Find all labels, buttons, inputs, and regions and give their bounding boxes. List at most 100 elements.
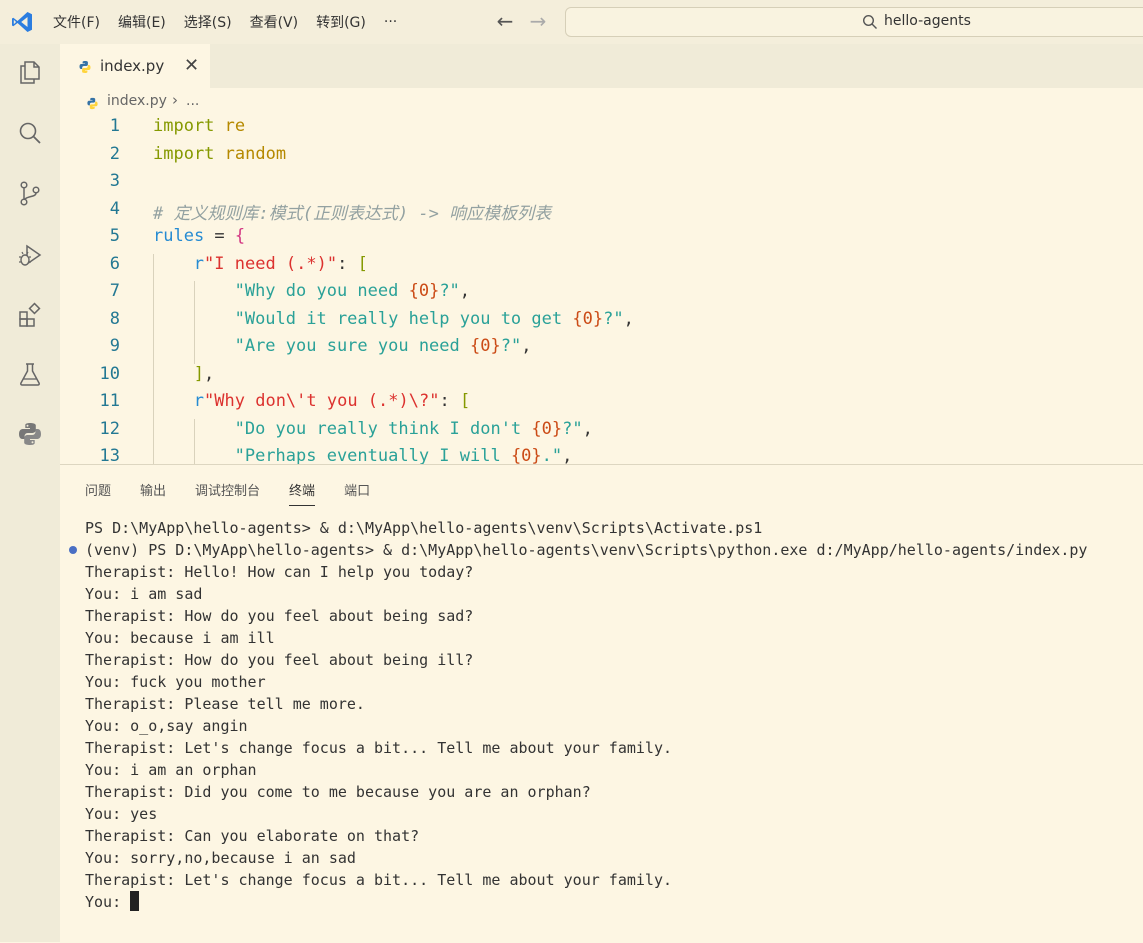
- code-token: :: [439, 391, 460, 411]
- line-number: 11: [99, 391, 120, 411]
- terminal-line: You: i am sad: [85, 583, 1135, 605]
- indent-guide: [193, 418, 195, 446]
- extensions-icon[interactable]: [16, 301, 44, 329]
- terminal-line-text: Therapist: Please tell me more.: [85, 695, 365, 713]
- code-token: rules: [153, 226, 205, 246]
- code-token: r: [193, 391, 205, 411]
- code-token: ?": [439, 281, 460, 301]
- indent-guide: [153, 391, 154, 419]
- code-text: "Why do you need {0}?",: [235, 281, 470, 301]
- search-icon[interactable]: [16, 119, 44, 147]
- code-line: 10],: [60, 363, 1143, 391]
- activity-bar: [0, 44, 60, 942]
- code-token: ,: [623, 308, 634, 329]
- code-line: 11 r"Why don\'t you (.*)\?": [: [60, 391, 1143, 419]
- menu-item-4[interactable]: 转到(G): [307, 8, 375, 36]
- line-number: 1: [109, 116, 120, 136]
- terminal-line: Therapist: How do you feel about being s…: [85, 605, 1135, 627]
- explorer-icon[interactable]: [16, 58, 44, 86]
- terminal-line-text: PS D:\MyApp\hello-agents> & d:\MyApp\hel…: [85, 519, 763, 537]
- terminal-line: You: yes: [85, 803, 1135, 825]
- forward-arrow-icon[interactable]: →: [527, 10, 549, 32]
- menu-item-0[interactable]: 文件(F): [44, 8, 109, 36]
- menu-item-5[interactable]: ···: [375, 10, 406, 34]
- panel-tabs: 问题 输出 调试控制台 终端 端口: [85, 465, 399, 506]
- indent-guide: [193, 308, 195, 336]
- command-status-dot-icon[interactable]: [69, 546, 77, 554]
- terminal-prompt-line[interactable]: You:: [85, 891, 1135, 913]
- code-line: 9 "Are you sure you need {0}?",: [60, 336, 1143, 364]
- indent-guide: [153, 308, 154, 336]
- code-token: "Would it really help you to get: [234, 308, 573, 329]
- code-line: 2 import random: [60, 144, 1143, 172]
- code-text: import re: [153, 116, 245, 136]
- line-number: 7: [109, 281, 120, 301]
- menu-item-2[interactable]: 选择(S): [175, 8, 241, 36]
- indent-guide: [193, 336, 195, 364]
- run-debug-icon[interactable]: [16, 241, 44, 269]
- terminal-line: PS D:\MyApp\hello-agents> & d:\MyApp\hel…: [85, 517, 1135, 539]
- terminal-line-text: Therapist: Let's change focus a bit... T…: [85, 739, 672, 757]
- code-token: r: [193, 253, 205, 274]
- code-token: ,: [521, 336, 532, 356]
- panel-tab-2[interactable]: 调试控制台: [195, 465, 260, 505]
- line-number: 13: [99, 446, 120, 464]
- line-number: 9: [109, 336, 120, 356]
- search-icon: [862, 14, 878, 30]
- terminal-cursor: [130, 891, 140, 911]
- panel-tab-0[interactable]: 问题: [85, 465, 111, 505]
- code-token: "Why don\'t you (.*)\?": [204, 391, 440, 411]
- terminal-line: You: i am an orphan: [85, 759, 1135, 781]
- panel-tab-3[interactable]: 终端: [289, 465, 316, 506]
- panel-tab-4[interactable]: 端口: [344, 465, 370, 505]
- terminal-line: You: because i am ill: [85, 627, 1135, 649]
- source-control-icon[interactable]: [16, 179, 44, 207]
- vscode-logo-icon: [10, 10, 34, 34]
- panel-tab-1[interactable]: 输出: [140, 465, 166, 505]
- code-token: ,: [204, 363, 215, 384]
- code-text: ],: [194, 364, 215, 384]
- code-text: # 定义规则库:模式(正则表达式) -> 响应模板列表: [153, 199, 551, 224]
- terminal-line-text: Therapist: Hello! How can I help you tod…: [85, 563, 474, 581]
- python-icon[interactable]: [16, 420, 44, 448]
- code-token: ?": [500, 336, 522, 356]
- code-token: [: [357, 253, 368, 274]
- code-token: "Why do you need: [234, 281, 409, 301]
- code-line: 7 "Why do you need {0}?",: [60, 281, 1143, 309]
- command-center-search[interactable]: hello-agents: [565, 7, 1143, 37]
- code-line: 4 # 定义规则库:模式(正则表达式) -> 响应模板列表: [60, 199, 1143, 227]
- code-token: [: [459, 391, 471, 411]
- back-arrow-icon[interactable]: ←: [494, 10, 516, 32]
- python-file-icon: [78, 59, 92, 73]
- terminal-line: Therapist: How do you feel about being i…: [85, 649, 1135, 671]
- terminal-line-text: You: o_o,say angin: [85, 717, 248, 735]
- terminal-prompt: You:: [85, 893, 131, 911]
- close-icon[interactable]: ✕: [184, 55, 199, 76]
- menu-item-3[interactable]: 查看(V): [241, 8, 308, 36]
- terminal[interactable]: PS D:\MyApp\hello-agents> & d:\MyApp\hel…: [69, 517, 1135, 913]
- code-line: 13 "Perhaps eventually I will {0}.",: [60, 446, 1143, 464]
- title-bar: 文件(F) 编辑(E) 选择(S) 查看(V) 转到(G) ··· ← → hello-a…: [0, 0, 1143, 44]
- tab-index-py[interactable]: index.py ✕: [60, 44, 210, 88]
- code-text: "Perhaps eventually I will {0}.",: [235, 446, 573, 464]
- terminal-line: Therapist: Let's change focus a bit... T…: [85, 869, 1135, 891]
- code-token: ,: [459, 281, 471, 301]
- breadcrumb-file[interactable]: index.py: [107, 93, 167, 109]
- code-text: rules = {: [153, 226, 245, 246]
- testing-icon[interactable]: [16, 360, 44, 388]
- line-number: 5: [109, 226, 120, 246]
- menu-item-1[interactable]: 编辑(E): [109, 8, 175, 36]
- code-token: {0}: [572, 308, 604, 329]
- code-token: random: [224, 143, 287, 164]
- code-editor[interactable]: 1 import re 2 import random 3 4 # 定义规则库:模式(正则表…: [60, 116, 1143, 464]
- code-text: "Would it really help you to get {0}?",: [235, 309, 634, 329]
- indent-guide: [193, 281, 195, 309]
- code-token: import: [153, 143, 215, 164]
- terminal-line: You: o_o,say angin: [85, 715, 1135, 737]
- code-token: import: [153, 116, 215, 136]
- code-token: .": [541, 446, 563, 464]
- terminal-line: (venv) PS D:\MyApp\hello-agents> & d:\My…: [69, 539, 1135, 561]
- line-number: 8: [109, 308, 120, 329]
- breadcrumb-more[interactable]: ...: [186, 93, 199, 109]
